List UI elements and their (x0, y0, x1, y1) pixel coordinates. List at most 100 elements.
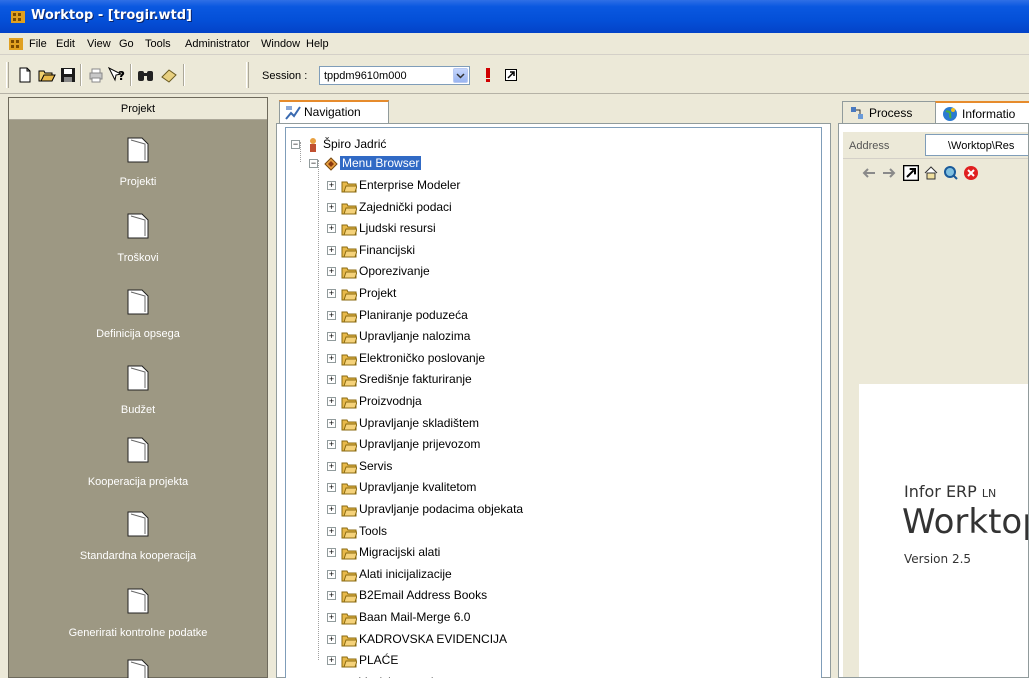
expand-toggle[interactable]: + (327, 310, 336, 320)
collapse-toggle[interactable]: − (309, 159, 318, 168)
expand-toggle[interactable]: + (327, 224, 336, 234)
project-item-troskovi[interactable]: Troškovi (9, 212, 267, 264)
tree-label: Špiro Jadrić (323, 137, 387, 151)
tree-module-item[interactable]: + Upravljanje kvalitetom (327, 479, 627, 497)
address-input[interactable]: \Worktop\Res (925, 134, 1028, 156)
collapse-toggle[interactable]: − (291, 140, 300, 149)
tree-module-item[interactable]: + Financijski (327, 242, 627, 260)
launch-button[interactable] (501, 65, 521, 85)
tree-module-item[interactable]: + Proizvodnja (327, 393, 627, 411)
save-button[interactable] (58, 65, 78, 85)
session-select[interactable]: tppdm9610m000 (319, 66, 470, 85)
tree-module-item[interactable]: + Enterprise Modeler (327, 177, 627, 195)
tree-module-item[interactable]: + Servis (327, 458, 627, 476)
tab-process[interactable]: Process (842, 101, 936, 123)
tree-menu-browser[interactable]: − Menu Browser (309, 155, 609, 173)
toolbar-grip[interactable] (6, 62, 9, 88)
menu-edit[interactable]: Edit (56, 38, 75, 50)
menu-file[interactable]: File (29, 38, 47, 50)
search-icon[interactable] (943, 165, 959, 181)
expand-toggle[interactable]: + (327, 569, 336, 579)
project-item-budzet[interactable]: Budžet (9, 364, 267, 416)
expand-toggle[interactable]: + (327, 591, 336, 601)
expand-toggle[interactable]: + (327, 181, 336, 190)
tree-module-item[interactable]: + KADROVSKA EVIDENCIJA (327, 631, 627, 649)
tree-module-item[interactable]: + Baan Mail-Merge 6.0 (327, 609, 627, 627)
tree-module-item[interactable]: + Elektroničko poslovanje (327, 350, 627, 368)
open-button[interactable] (37, 65, 57, 85)
folder-icon (341, 656, 357, 668)
tree-module-item[interactable]: + Oporezivanje (327, 263, 627, 281)
expand-toggle[interactable]: + (327, 202, 336, 212)
expand-toggle[interactable]: + (327, 634, 336, 644)
project-item-definicija-opsega[interactable]: Definicija opsega (9, 288, 267, 340)
stop-icon[interactable] (963, 165, 979, 181)
tree-module-item[interactable]: + Migracijski alati (327, 544, 627, 562)
help-button[interactable]: ? (107, 65, 127, 85)
menu-go[interactable]: Go (119, 38, 134, 50)
expand-toggle[interactable]: + (327, 526, 336, 536)
expand-toggle[interactable]: + (327, 656, 336, 666)
expand-toggle[interactable]: + (327, 461, 336, 471)
folder-icon (341, 462, 357, 474)
tree-module-item[interactable]: + Upravljanje nalozima (327, 328, 627, 346)
tree-module-item[interactable]: + Upravljanje prijevozom (327, 436, 627, 454)
tree-module-item[interactable]: + Tools (327, 523, 627, 541)
tree-module-item[interactable]: + Upravljanje podacima objekata (327, 501, 627, 519)
tree-label: Baan Mail-Merge 6.0 (359, 610, 471, 624)
right-tabstrip: Process Informatio (838, 97, 1029, 123)
project-item-generirati-kontrolne-podatke[interactable]: Generirati kontrolne podatke (9, 587, 267, 639)
expand-toggle[interactable]: + (327, 505, 336, 514)
menu-view[interactable]: View (87, 38, 111, 50)
expand-toggle[interactable]: + (327, 332, 336, 342)
tree-module-item[interactable]: + Alati inicijalizacije (327, 566, 627, 584)
home-icon[interactable] (923, 165, 939, 181)
tree-root-user[interactable]: − Špiro Jadrić (291, 136, 591, 154)
tab-navigation-label: Navigation (304, 105, 361, 119)
warning-button[interactable] (478, 65, 498, 85)
tree-module-item[interactable]: + Planiranje poduzeća (327, 307, 627, 325)
project-item-kooperacija-projekta[interactable]: Kooperacija projekta (9, 436, 267, 488)
tree-module-item[interactable]: + Zajednički podaci (327, 199, 627, 217)
tree-module-item[interactable]: + PLAĆE (327, 652, 627, 670)
expand-toggle[interactable]: + (327, 397, 336, 406)
new-button[interactable] (15, 65, 35, 85)
tab-navigation[interactable]: Navigation (279, 100, 389, 124)
toolbar-grip[interactable] (246, 62, 249, 88)
forward-arrow-icon[interactable] (881, 165, 897, 181)
menu-tools[interactable]: Tools (145, 38, 171, 50)
expand-toggle[interactable]: + (327, 267, 336, 277)
tree-module-item[interactable]: + Ljudski resursi (327, 220, 627, 238)
expand-toggle[interactable]: + (327, 375, 336, 385)
expand-toggle[interactable]: + (327, 353, 336, 363)
back-arrow-icon[interactable] (861, 165, 877, 181)
tab-information[interactable]: Informatio (935, 101, 1029, 123)
expand-toggle[interactable]: + (327, 418, 336, 428)
menu-help[interactable]: Help (306, 38, 329, 50)
chevron-down-icon[interactable] (453, 68, 468, 83)
project-item-more[interactable] (9, 658, 267, 678)
find-button[interactable] (136, 65, 156, 85)
tree-module-item[interactable]: + Središnje fakturiranje (327, 371, 627, 389)
system-menu-icon[interactable] (8, 36, 24, 52)
menu-administrator[interactable]: Administrator (185, 38, 250, 50)
tree-module-item[interactable]: + Projekt (327, 285, 627, 303)
expand-toggle[interactable]: + (327, 289, 336, 298)
print-button[interactable] (86, 65, 106, 85)
project-panel-header[interactable]: Projekt (9, 98, 267, 120)
tree-module-item[interactable]: +Vanjska trgovina (327, 674, 627, 678)
menu-window[interactable]: Window (261, 38, 300, 50)
expand-toggle[interactable]: + (327, 245, 336, 255)
project-item-projekti[interactable]: Projekti (9, 136, 267, 188)
expand-toggle[interactable]: + (327, 440, 336, 450)
panel-splitter[interactable] (268, 97, 276, 678)
tree-module-item[interactable]: + Upravljanje skladištem (327, 415, 627, 433)
toolbar-separator (130, 64, 132, 86)
project-item-standardna-kooperacija[interactable]: Standardna kooperacija (9, 510, 267, 562)
launch-icon[interactable] (903, 165, 919, 181)
expand-toggle[interactable]: + (327, 548, 336, 558)
eraser-button[interactable] (159, 65, 179, 85)
expand-toggle[interactable]: + (327, 483, 336, 493)
tree-module-item[interactable]: + B2Email Address Books (327, 587, 627, 605)
expand-toggle[interactable]: + (327, 613, 336, 622)
